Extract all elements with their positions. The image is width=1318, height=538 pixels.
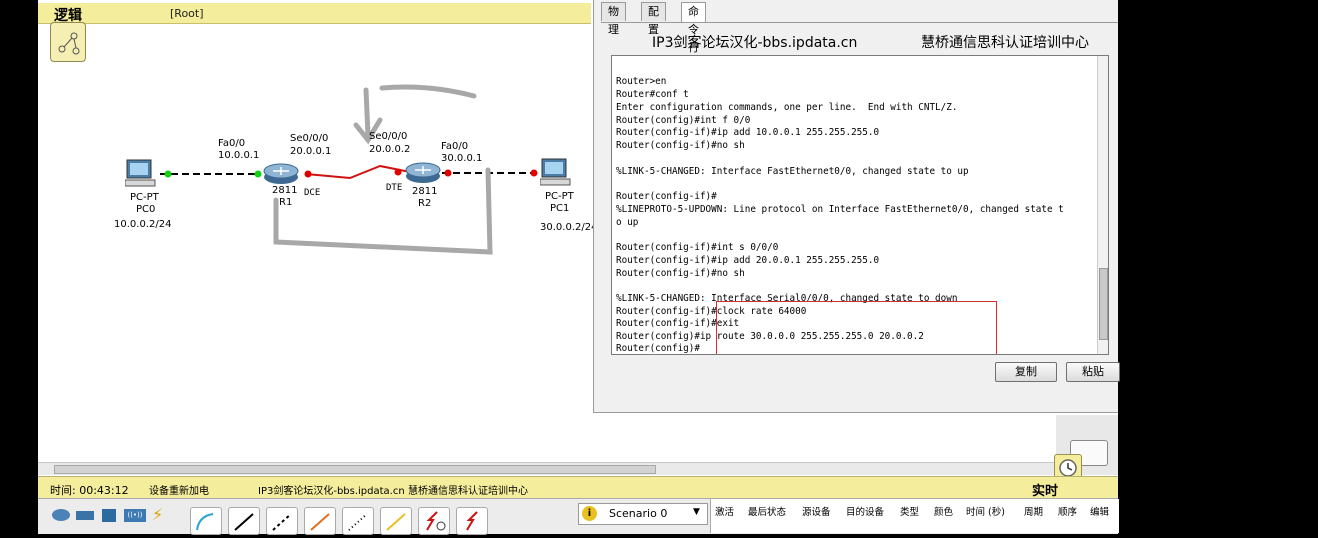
wireless-category-icon[interactable]: ((•)) <box>124 509 146 522</box>
link-light-pc1 <box>530 169 538 177</box>
workspace-hscroll[interactable] <box>38 462 1056 475</box>
pc1-name: PC1 <box>550 203 570 214</box>
r1-model: 2811 <box>272 185 298 196</box>
topology-canvas <box>160 84 540 255</box>
console-line: Router(config-if)# <box>616 191 717 202</box>
dialog-banner-left: IP3剑客论坛汉化-bbs.ipdata.cn <box>652 35 858 51</box>
event-col-source: 源设备 <box>802 507 831 518</box>
tab-cli[interactable]: 命令行 <box>681 2 706 54</box>
event-col-edit: 编辑 <box>1090 507 1110 518</box>
r2-port-right: Fa0/0 <box>441 141 469 152</box>
pc1-ip: 30.0.0.2/24 <box>540 222 598 233</box>
tab-config[interactable]: 配置 <box>641 2 666 36</box>
dialog-banner-right: 慧桥通信思科认证培训中心 <box>921 35 1089 51</box>
sim-time: 时间: 00:43:12 <box>50 484 129 497</box>
event-col-active: 激活 <box>715 507 735 518</box>
router-r1-icon[interactable] <box>263 163 299 185</box>
console-scroll-thumb[interactable] <box>1099 268 1108 340</box>
serial-dte-cable-icon[interactable] <box>456 507 488 535</box>
console-line: Router(config-if)#ip add 10.0.0.1 255.25… <box>616 127 880 138</box>
event-col-last-status: 最后状态 <box>748 507 787 518</box>
event-col-periodic: 周期 <box>1024 507 1044 518</box>
tab-physical[interactable]: 物理 <box>601 2 626 36</box>
console-line: Enter configuration commands, one per li… <box>616 102 958 113</box>
event-col-num: 顺序 <box>1058 507 1078 518</box>
link-light-r2-fa <box>444 169 452 177</box>
power-cycle-button[interactable]: 设备重新加电 <box>149 482 209 497</box>
console-line: Router(config-if)#no sh <box>616 268 745 279</box>
console-line: %LINK-5-CHANGED: Interface FastEthernet0… <box>616 166 969 177</box>
console-scrollbar[interactable] <box>1097 56 1108 354</box>
realtime-label[interactable]: 实时 <box>1032 480 1058 499</box>
pc1-icon[interactable] <box>539 157 574 189</box>
highlight-box <box>716 301 997 354</box>
paste-button[interactable]: 粘贴 <box>1066 362 1120 382</box>
router-r2-icon[interactable] <box>405 162 441 184</box>
pc0-name: PC0 <box>136 204 156 215</box>
phone-cable-icon[interactable] <box>380 507 412 535</box>
r1-ip-right: 20.0.0.1 <box>290 146 332 157</box>
r1-ip-left: 10.0.0.1 <box>218 150 260 161</box>
info-icon: i <box>582 506 597 521</box>
r1-name: R1 <box>279 197 293 208</box>
console-line: Router(config)# <box>616 343 700 354</box>
console-line: Router>en <box>616 76 667 87</box>
console-line: Router(config-if)#no sh <box>616 140 745 151</box>
scenario-value: Scenario 0 <box>609 507 668 520</box>
auto-cable-icon[interactable] <box>190 507 222 535</box>
console-line: Router(config-if)#int s 0/0/0 <box>616 242 779 253</box>
status-banner-left: IP3剑客论坛汉化-bbs.ipdata.cn <box>258 486 405 497</box>
dte-label: DTE <box>386 183 403 193</box>
cli-console[interactable]: Router>en Router#conf t Enter configurat… <box>611 55 1109 355</box>
event-col-color: 颜色 <box>934 507 954 518</box>
switch-category-icon[interactable] <box>76 511 94 520</box>
pc1-type: PC-PT <box>545 191 574 202</box>
pc0-ip: 10.0.0.2/24 <box>114 219 172 230</box>
console-line: %LINEPROTO-5-UPDOWN: Line protocol on In… <box>616 204 1064 215</box>
straight-cable-icon[interactable] <box>266 507 298 535</box>
dce-label: DCE <box>304 188 321 198</box>
status-banner-right: 慧桥通信思科认证培训中心 <box>408 486 528 497</box>
console-line: Router#conf t <box>616 89 689 100</box>
r2-ip-left: 20.0.0.2 <box>369 144 411 155</box>
console-line: o up <box>616 217 639 228</box>
annotation-stroke-top <box>379 84 477 99</box>
link-light-pc0 <box>164 170 172 178</box>
serial-dce-cable-icon[interactable] <box>418 507 450 535</box>
console-cable-icon[interactable] <box>228 507 260 535</box>
scenario-select[interactable]: i Scenario 0 ▼ <box>578 503 708 525</box>
copy-button[interactable]: 复制 <box>995 362 1057 382</box>
r1-port-left: Fa0/0 <box>218 138 246 149</box>
link-light-r1-se <box>304 170 312 178</box>
link-light-r1-fa <box>254 170 262 178</box>
router-config-dialog: 物理 配置 命令行 IP3剑客论坛汉化-bbs.ipdata.cn 慧桥通信思科… <box>593 0 1120 413</box>
console-line: Router(config-if)#ip add 20.0.0.1 255.25… <box>616 255 880 266</box>
status-bar: 时间: 00:43:12 设备重新加电 IP3剑客论坛汉化-bbs.ipdata… <box>38 476 1118 499</box>
link-light-r2-se <box>394 168 402 176</box>
connection-category-icon[interactable]: ⚡ <box>152 505 163 524</box>
r2-model: 2811 <box>412 186 438 197</box>
pc0-icon[interactable] <box>124 158 159 190</box>
hscroll-thumb[interactable] <box>54 465 656 474</box>
crossover-cable-icon[interactable] <box>304 507 336 535</box>
event-col-type: 类型 <box>900 507 920 518</box>
console-line: Router(config)#int f 0/0 <box>616 115 751 126</box>
chevron-down-icon[interactable]: ▼ <box>693 507 700 517</box>
r2-ip-right: 30.0.0.1 <box>441 153 483 164</box>
r1-port-right: Se0/0/0 <box>290 133 329 144</box>
router-category-icon[interactable] <box>52 509 70 521</box>
serial-link <box>305 164 411 180</box>
r2-port-left: Se0/0/0 <box>369 131 408 142</box>
hub-category-icon[interactable] <box>102 509 116 522</box>
r2-name: R2 <box>418 198 432 209</box>
annotation-stroke-box <box>273 167 493 255</box>
pc0-type: PC-PT <box>130 192 159 203</box>
fiber-cable-icon[interactable] <box>342 507 374 535</box>
event-col-destination: 目的设备 <box>846 507 885 518</box>
event-col-time: 时间 (秒) <box>966 507 1005 518</box>
